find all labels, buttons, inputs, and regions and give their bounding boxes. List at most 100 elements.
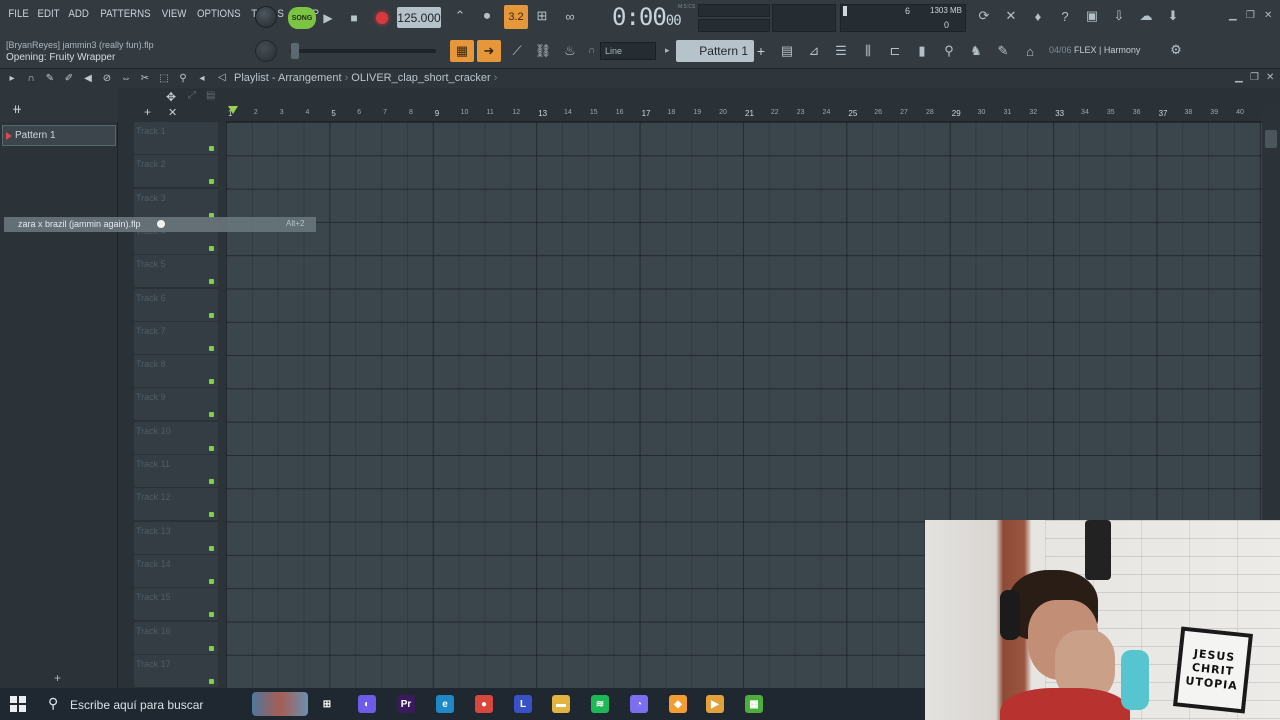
mute-tool-icon[interactable]: ⊘ bbox=[101, 73, 113, 85]
zoom-tool-icon[interactable]: ⚲ bbox=[177, 73, 189, 85]
pattern-selector[interactable]: Pattern 1 bbox=[676, 40, 754, 62]
menu-view[interactable]: VIEW bbox=[159, 8, 189, 20]
taskbar-spotify-icon[interactable]: ≋ bbox=[591, 695, 609, 713]
track-enable-led[interactable] bbox=[209, 279, 214, 285]
pitch-knob[interactable] bbox=[255, 40, 277, 62]
close-icon[interactable]: ✕ bbox=[1264, 10, 1272, 21]
snap-select[interactable]: Line bbox=[600, 42, 656, 60]
midi-icon[interactable]: ✎ bbox=[993, 41, 1013, 61]
menu-options[interactable]: OPTIONS bbox=[194, 8, 243, 20]
taskbar-launcher-l-icon[interactable]: L bbox=[514, 695, 532, 713]
slip-tool-icon[interactable]: ⇔ bbox=[120, 73, 132, 85]
taskbar-chrome-icon[interactable]: ● bbox=[475, 695, 493, 713]
track-enable-led[interactable] bbox=[209, 345, 214, 351]
track-enable-led[interactable] bbox=[209, 312, 214, 318]
search-highlight[interactable] bbox=[252, 692, 308, 716]
track-enable-led[interactable] bbox=[209, 445, 214, 451]
track-row[interactable]: Track 11 bbox=[134, 455, 218, 488]
project-folder-icon[interactable]: ▮ bbox=[912, 41, 932, 61]
track-enable-led[interactable] bbox=[209, 545, 214, 551]
save-icon[interactable]: ▣ bbox=[1082, 6, 1102, 26]
track-row[interactable]: Track 15 bbox=[134, 588, 218, 622]
track-enable-led[interactable] bbox=[209, 412, 214, 418]
track-row[interactable]: Track 8 bbox=[134, 355, 218, 389]
track-row[interactable]: Track 9 bbox=[134, 388, 218, 422]
online-refresh-icon[interactable]: ⟳ bbox=[974, 6, 994, 26]
help-icon[interactable]: ? bbox=[1055, 6, 1075, 26]
playback-tool-icon[interactable]: ◂ bbox=[196, 73, 208, 85]
taskbar-edge-icon[interactable]: e bbox=[436, 695, 454, 713]
play-button[interactable]: ▶ bbox=[320, 7, 336, 29]
metronome-icon[interactable]: ⌃ bbox=[450, 6, 470, 26]
mixer-icon[interactable]: ⫼ bbox=[858, 41, 878, 61]
track-row[interactable]: Track 2 bbox=[134, 155, 218, 189]
track-row[interactable]: Track 5 bbox=[134, 255, 218, 289]
taskbar-file-explorer-icon[interactable]: ▬ bbox=[552, 695, 570, 713]
taskbar-premiere-icon[interactable]: Pr bbox=[397, 695, 415, 713]
menu-add[interactable]: ADD bbox=[66, 8, 92, 20]
track-enable-led[interactable] bbox=[209, 512, 214, 518]
pattern-prev-icon[interactable]: ▸ bbox=[665, 45, 670, 56]
master-volume-knob[interactable] bbox=[255, 6, 277, 28]
start-button[interactable] bbox=[10, 696, 26, 712]
recent-file-tooltip[interactable]: zara x brazil (jammin again).flp Alt+2 bbox=[4, 217, 316, 232]
breadcrumb-clip[interactable]: OLIVER_clap_short_cracker bbox=[351, 72, 490, 84]
touch-keyboard-icon[interactable]: ♞ bbox=[966, 41, 986, 61]
playlist-menu-icon[interactable]: ▸ bbox=[6, 73, 18, 85]
timeline-ruler[interactable]: 1 2 3 4 5 6 7 8 9 10 11 12 13 14 15 16 17 18 19 20 21 22 23 24 2… bbox=[226, 106, 1262, 122]
download-icon[interactable]: ⬇ bbox=[1163, 6, 1183, 26]
menu-file[interactable]: FILE bbox=[6, 8, 32, 20]
delete-tool-icon[interactable]: ◀ bbox=[82, 73, 94, 85]
piano-roll-icon[interactable]: ⊿ bbox=[804, 41, 824, 61]
shop-icon[interactable]: ⌂ bbox=[1020, 41, 1040, 61]
link-icon[interactable]: ⛓ bbox=[533, 41, 553, 61]
taskbar-fl-studio-icon[interactable]: ◆ bbox=[669, 695, 687, 713]
track-row[interactable]: Track 16 bbox=[134, 621, 218, 655]
wait-input-icon[interactable]: ⏺ bbox=[477, 6, 497, 26]
track-enable-led[interactable] bbox=[209, 479, 214, 484]
scroll-thumb[interactable] bbox=[1265, 130, 1277, 148]
taskbar-copilot-icon[interactable]: ◐ bbox=[358, 695, 376, 713]
track-row[interactable]: Track 14 bbox=[134, 554, 218, 588]
track-row[interactable]: Track 13 bbox=[134, 521, 218, 555]
playlist-view-button[interactable]: ▦ bbox=[450, 40, 474, 62]
track-enable-led[interactable] bbox=[209, 179, 214, 185]
track-enable-led[interactable] bbox=[209, 612, 214, 618]
master-pitch-slider[interactable] bbox=[290, 49, 436, 53]
track-enable-led[interactable] bbox=[209, 245, 214, 251]
playlist-icon[interactable]: ☰ bbox=[831, 41, 851, 61]
menu-patterns[interactable]: PATTERNS bbox=[97, 8, 152, 20]
account-icon[interactable]: ⚙ bbox=[1166, 40, 1186, 60]
loop-record-icon[interactable]: ∞ bbox=[560, 6, 580, 26]
blend-notes-icon[interactable]: ⊞ bbox=[532, 6, 552, 26]
tools-icon[interactable]: ✕ bbox=[1001, 6, 1021, 26]
track-row[interactable]: Track 7 bbox=[134, 321, 218, 355]
paint-tool-icon[interactable]: ✐ bbox=[63, 73, 75, 85]
chat-icon[interactable]: ☁ bbox=[1136, 6, 1156, 26]
track-zoom-icon[interactable]: ⤢ bbox=[188, 90, 196, 101]
minimize-icon[interactable]: ▁ bbox=[1229, 10, 1237, 21]
picker-mode-icon[interactable]: ⧺ bbox=[12, 102, 22, 116]
add-track-icon[interactable]: + bbox=[144, 105, 151, 119]
record-button[interactable] bbox=[372, 7, 392, 29]
taskbar-search[interactable]: Escribe aquí para buscar bbox=[70, 698, 203, 712]
search-icon[interactable]: ⚲ bbox=[48, 695, 58, 712]
channel-rack-icon[interactable]: ▤ bbox=[777, 41, 797, 61]
track-row[interactable]: Track 6 bbox=[134, 288, 218, 322]
clear-track-icon[interactable]: ✕ bbox=[168, 106, 177, 119]
pattern-song-toggle[interactable]: SONG bbox=[288, 7, 316, 29]
track-enable-led[interactable] bbox=[209, 645, 214, 651]
arrow-tool-button[interactable]: ➜ bbox=[477, 40, 501, 62]
taskbar-minecraft-icon[interactable]: ▦ bbox=[745, 695, 763, 713]
track-enable-led[interactable] bbox=[209, 379, 214, 385]
browser-icon[interactable]: ⊏ bbox=[885, 41, 905, 61]
master-pitch-handle[interactable] bbox=[291, 43, 299, 59]
select-tool-icon[interactable]: ⬚ bbox=[158, 73, 170, 85]
track-row[interactable]: Track 17 bbox=[134, 654, 218, 688]
track-options-icon[interactable]: ✥ bbox=[166, 90, 176, 104]
track-enable-led[interactable] bbox=[209, 146, 214, 151]
picker-scrollbar[interactable] bbox=[118, 122, 130, 688]
taskbar-media-icon[interactable]: ▶ bbox=[706, 695, 724, 713]
playlist-close-icon[interactable]: ✕ bbox=[1266, 72, 1274, 83]
magnet-tool-icon[interactable]: ∩ bbox=[25, 73, 37, 85]
